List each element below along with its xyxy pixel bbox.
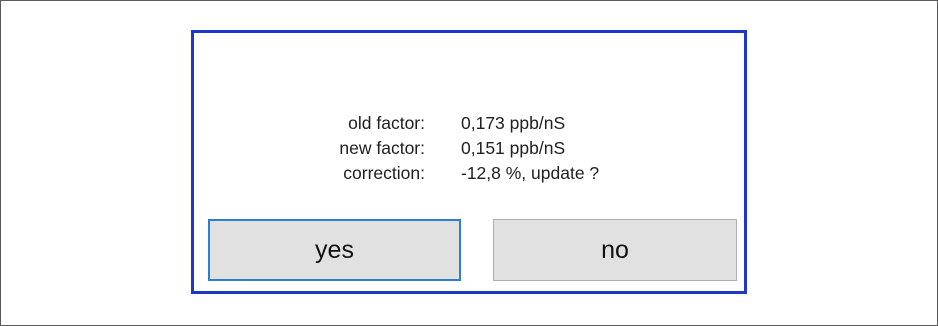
- factor-info: old factor: 0,173 ppb/nS new factor: 0,1…: [194, 113, 744, 188]
- new-factor-label: new factor:: [339, 138, 425, 158]
- new-factor-row: new factor: 0,151 ppb/nS: [194, 138, 744, 163]
- old-factor-row: old factor: 0,173 ppb/nS: [194, 113, 744, 138]
- screen-frame: old factor: 0,173 ppb/nS new factor: 0,1…: [0, 0, 938, 326]
- no-button[interactable]: no: [493, 219, 737, 281]
- correction-label: correction:: [343, 163, 425, 183]
- yes-button[interactable]: yes: [208, 219, 461, 281]
- correction-row: correction: -12,8 %, update ?: [194, 163, 744, 188]
- correction-value: -12,8 %, update ?: [461, 163, 600, 183]
- old-factor-label: old factor:: [348, 113, 425, 133]
- confirm-dialog: old factor: 0,173 ppb/nS new factor: 0,1…: [191, 30, 747, 294]
- old-factor-value: 0,173 ppb/nS: [461, 113, 566, 133]
- new-factor-value: 0,151 ppb/nS: [461, 138, 566, 158]
